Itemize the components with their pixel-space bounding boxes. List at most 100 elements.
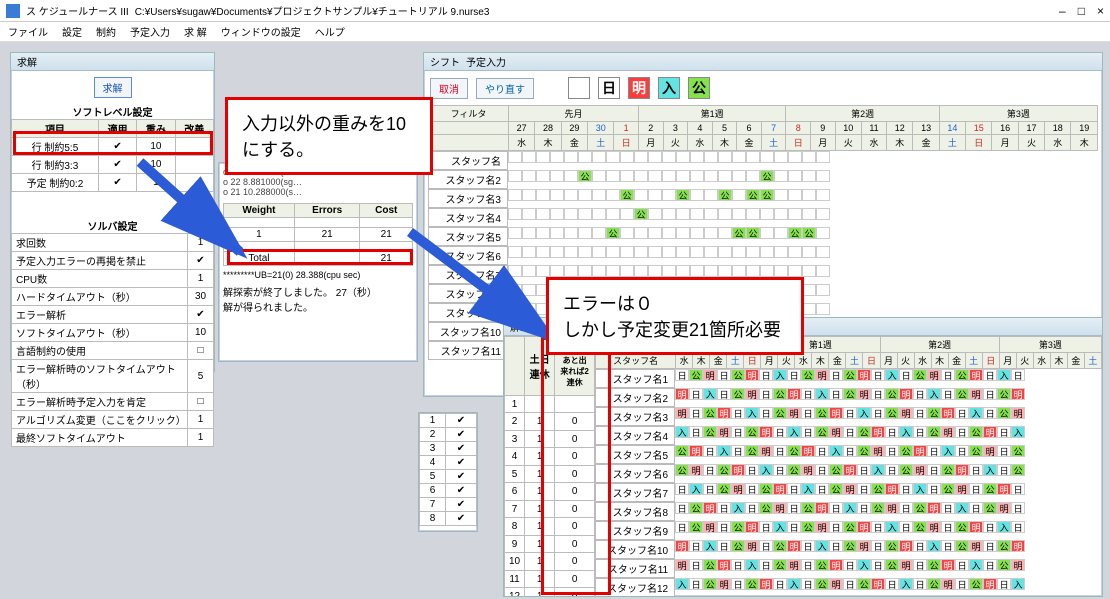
shift-cell[interactable]: 明 — [843, 483, 857, 495]
shift-cell[interactable]: 日 — [759, 559, 773, 571]
shift-cell[interactable] — [634, 246, 648, 258]
shift-cell[interactable]: 入 — [787, 426, 801, 438]
shift-cell[interactable] — [690, 151, 704, 163]
shift-cell[interactable]: 明 — [801, 445, 815, 457]
checklist-row[interactable]: 2✔ — [420, 428, 477, 442]
result-staff-row[interactable]: スタッフ名1日公明日公明日入日公明日公明日入日公明日公明日入日 — [595, 369, 1102, 388]
shift-cell[interactable]: 明 — [703, 502, 717, 514]
shift-cell[interactable] — [606, 151, 620, 163]
shift-cell[interactable]: 明 — [717, 559, 731, 571]
shift-cell[interactable] — [634, 151, 648, 163]
shift-cell[interactable] — [802, 246, 816, 258]
shift-cell[interactable]: 公 — [675, 464, 689, 476]
shift-cell[interactable]: 日 — [731, 578, 745, 590]
shift-cell[interactable]: 公 — [717, 464, 731, 476]
shift-cell[interactable] — [816, 246, 830, 258]
shift-cell[interactable]: 公 — [787, 464, 801, 476]
shift-cell[interactable]: 公 — [746, 189, 760, 201]
shift-cell[interactable]: 日 — [899, 502, 913, 514]
shift-cell[interactable]: 明 — [997, 502, 1011, 514]
shift-cell[interactable] — [676, 170, 690, 182]
shift-cell[interactable] — [704, 151, 718, 163]
shift-cell[interactable]: 公 — [815, 407, 829, 419]
soft-row-0[interactable]: 行 制約5:5✔10 — [12, 138, 214, 156]
shift-cell[interactable] — [732, 151, 746, 163]
shift-cell[interactable] — [732, 208, 746, 220]
shift-cell[interactable]: 日 — [983, 369, 997, 381]
shift-cell[interactable]: 日 — [801, 540, 815, 552]
shift-cell[interactable]: 入 — [1011, 426, 1025, 438]
main-staff-row[interactable]: スタッフ名3公公公公公 — [428, 189, 1098, 208]
shift-cell[interactable]: 入 — [941, 445, 955, 457]
shift-cell[interactable]: 日 — [941, 540, 955, 552]
shift-cell[interactable]: 公 — [773, 559, 787, 571]
shift-cell[interactable]: 公 — [913, 502, 927, 514]
close-button[interactable]: × — [1097, 4, 1104, 18]
shift-cell[interactable]: 公 — [1011, 464, 1025, 476]
shift-cell[interactable] — [774, 227, 788, 239]
shift-cell[interactable]: 日 — [829, 521, 843, 533]
shift-cell[interactable]: 明 — [745, 540, 759, 552]
shift-cell[interactable] — [592, 227, 606, 239]
shift-cell[interactable]: 公 — [689, 369, 703, 381]
shift-cell[interactable] — [774, 170, 788, 182]
solver-row[interactable]: ソフトタイムアウト（秒）10 — [12, 324, 214, 342]
minimize-button[interactable]: – — [1059, 4, 1066, 18]
shift-cell[interactable] — [578, 151, 592, 163]
shift-cell[interactable]: 日 — [969, 464, 983, 476]
shift-cell[interactable] — [648, 189, 662, 201]
shift-cell[interactable]: 公 — [759, 483, 773, 495]
shift-cell[interactable]: 公 — [885, 407, 899, 419]
shift-cell[interactable]: 公 — [1011, 445, 1025, 457]
shift-cell[interactable]: 公 — [745, 578, 759, 590]
shift-cell[interactable]: 日 — [759, 369, 773, 381]
shift-cell[interactable]: 公 — [969, 578, 983, 590]
shift-cell[interactable] — [578, 227, 592, 239]
shift-cell[interactable]: 入 — [703, 388, 717, 400]
shift-cell[interactable]: 公 — [731, 540, 745, 552]
solver-row[interactable]: 最終ソフトタイムアウト1 — [12, 429, 214, 447]
shift-cell[interactable]: 日 — [759, 521, 773, 533]
cancel-button[interactable]: 取消 — [430, 78, 468, 99]
shift-cell[interactable] — [592, 170, 606, 182]
shift-cell[interactable]: 日 — [983, 540, 997, 552]
shift-cell[interactable]: 明 — [759, 578, 773, 590]
redo-button[interactable]: やり直す — [476, 78, 534, 99]
shift-cell[interactable] — [676, 227, 690, 239]
shift-cell[interactable] — [690, 227, 704, 239]
shift-cell[interactable] — [620, 151, 634, 163]
shift-nyu[interactable]: 入 — [658, 77, 680, 99]
shift-cell[interactable]: 明 — [927, 521, 941, 533]
shift-cell[interactable] — [648, 227, 662, 239]
shift-cell[interactable]: 日 — [801, 559, 815, 571]
shift-cell[interactable]: 公 — [941, 483, 955, 495]
shift-cell[interactable]: 明 — [773, 502, 787, 514]
shift-cell[interactable]: 日 — [717, 540, 731, 552]
shift-cell[interactable] — [788, 246, 802, 258]
shift-cell[interactable]: 日 — [927, 464, 941, 476]
shift-cell[interactable]: 公 — [857, 578, 871, 590]
shift-cell[interactable]: 明 — [675, 540, 689, 552]
shift-cell[interactable] — [508, 170, 522, 182]
shift-cell[interactable]: 公 — [689, 521, 703, 533]
shift-cell[interactable]: 公 — [899, 464, 913, 476]
shift-cell[interactable]: 明 — [885, 502, 899, 514]
shift-cell[interactable]: 明 — [969, 521, 983, 533]
shift-cell[interactable] — [718, 227, 732, 239]
shift-cell[interactable]: 公 — [997, 388, 1011, 400]
shift-cell[interactable]: 公 — [773, 407, 787, 419]
shift-cell[interactable] — [690, 246, 704, 258]
shift-cell[interactable]: 公 — [675, 445, 689, 457]
checklist-row[interactable]: 1✔ — [420, 414, 477, 428]
shift-cell[interactable] — [564, 170, 578, 182]
result-staff-row[interactable]: スタッフ名2明日入日公明日公明日入日公明日公明日入日公明日公明 — [595, 388, 1102, 407]
shift-cell[interactable]: 日 — [983, 521, 997, 533]
shift-cell[interactable]: 公 — [829, 464, 843, 476]
shift-cell[interactable] — [606, 170, 620, 182]
shift-cell[interactable]: 公 — [955, 540, 969, 552]
solver-row[interactable]: 言語制約の使用□ — [12, 342, 214, 360]
shift-cell[interactable]: 日 — [773, 426, 787, 438]
shift-cell[interactable]: 明 — [675, 559, 689, 571]
shift-cell[interactable] — [564, 208, 578, 220]
shift-cell[interactable]: 明 — [871, 426, 885, 438]
